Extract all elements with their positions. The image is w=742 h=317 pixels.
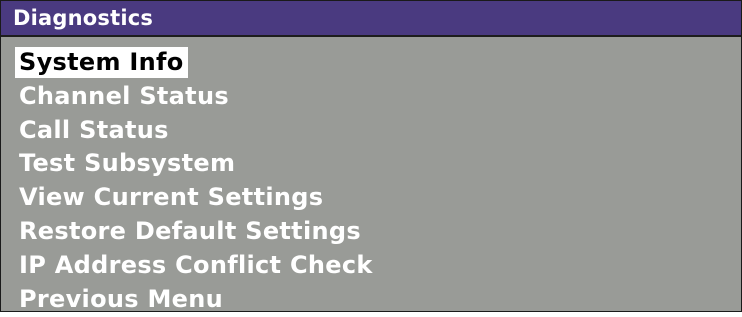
menu-item-label: Channel Status [19,81,229,110]
menu-item-system-info[interactable]: System Info [15,47,377,81]
page-title: Diagnostics [13,5,154,30]
menu-item-label: Previous Menu [19,284,224,313]
menu-item-label: Test Subsystem [19,149,236,178]
title-bar: Diagnostics [1,1,741,37]
menu-item-label: Call Status [19,115,169,144]
diagnostics-menu: System Info Channel Status Call Status T… [15,47,377,317]
menu-item-view-current-settings[interactable]: View Current Settings [15,182,377,216]
menu-item-label: View Current Settings [19,183,324,212]
menu-item-call-status[interactable]: Call Status [15,115,377,149]
menu-item-restore-default-settings[interactable]: Restore Default Settings [15,216,377,250]
menu-item-ip-address-conflict-check[interactable]: IP Address Conflict Check [15,250,377,284]
menu-item-label: System Info [15,47,188,78]
diagnostics-dialog: Diagnostics System Info Channel Status C… [0,0,742,313]
menu-item-channel-status[interactable]: Channel Status [15,81,377,115]
menu-item-label: Restore Default Settings [19,216,361,245]
menu-item-test-subsystem[interactable]: Test Subsystem [15,148,377,182]
menu-item-label: IP Address Conflict Check [19,250,373,279]
